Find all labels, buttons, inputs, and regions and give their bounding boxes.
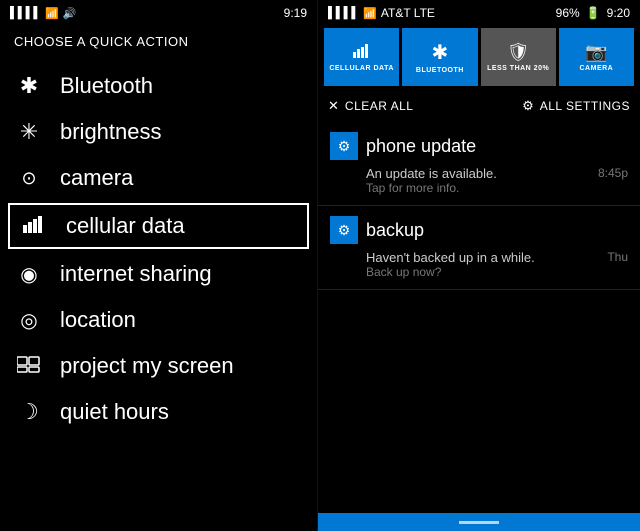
cellular-data-label: cellular data <box>66 213 185 239</box>
all-settings-button[interactable]: ⚙ ALL SETTINGS <box>522 98 630 114</box>
project-screen-label: project my screen <box>60 353 234 379</box>
notif-backup-time: Thu <box>607 250 628 264</box>
carrier-label: AT&T LTE <box>381 6 435 20</box>
bottom-bar <box>318 513 640 531</box>
notif-backup-body: Haven't backed up in a while. Back up no… <box>330 250 628 279</box>
left-title: CHOOSE A QUICK ACTION <box>0 24 317 63</box>
notif-phone-update-sub: Tap for more info. <box>366 181 598 195</box>
sidebar-item-cellular-data[interactable]: cellular data <box>8 203 309 249</box>
sidebar-item-bluetooth[interactable]: ✱ Bluetooth <box>0 63 317 109</box>
tile-cellular-data[interactable]: CELLULAR DATA <box>324 28 399 86</box>
sidebar-item-camera[interactable]: ⊙ camera <box>0 155 317 201</box>
tile-bluetooth-icon: ✱ <box>431 40 448 65</box>
internet-sharing-label: internet sharing <box>60 261 212 287</box>
clear-all-label: CLEAR ALL <box>345 99 414 113</box>
tile-battery-icon: 🛡 <box>507 42 530 63</box>
menu-list: ✱ Bluetooth ✳ brightness ⊙ camera cellul… <box>0 63 317 435</box>
notif-backup-name: backup <box>366 220 424 241</box>
internet-sharing-icon: ◉ <box>14 262 44 287</box>
right-status-right: 96% 🔋 9:20 <box>556 6 630 20</box>
notif-phone-update-body: An update is available. Tap for more inf… <box>330 166 628 195</box>
notif-phone-update-time: 8:45p <box>598 166 628 180</box>
battery-icon: 🔋 <box>586 6 601 20</box>
settings-gear-icon: ⚙ <box>522 98 534 114</box>
right-time: 9:20 <box>607 6 630 20</box>
brightness-label: brightness <box>60 119 162 145</box>
tile-bluetooth-label: BLUETOOTH <box>416 67 464 74</box>
notif-backup-sub: Back up now? <box>366 265 607 279</box>
notif-backup-icon: ⚙ <box>330 216 358 244</box>
quiet-hours-label: quiet hours <box>60 399 169 425</box>
location-icon: ◎ <box>14 308 44 333</box>
notif-phone-update-header: ⚙ phone update <box>330 132 628 160</box>
tile-camera[interactable]: 📷 CAMERA <box>559 28 634 86</box>
brightness-icon: ✳ <box>14 119 44 145</box>
clear-all-x-icon: ✕ <box>328 98 339 114</box>
notification-backup[interactable]: ⚙ backup Haven't backed up in a while. B… <box>318 206 640 290</box>
right-status-left: ▌▌▌▌ 📶 AT&T LTE <box>328 6 435 20</box>
action-bar: ✕ CLEAR ALL ⚙ ALL SETTINGS <box>318 92 640 122</box>
tile-camera-label: CAMERA <box>580 65 614 72</box>
right-signal-icon: ▌▌▌▌ <box>328 7 359 19</box>
sidebar-item-internet-sharing[interactable]: ◉ internet sharing <box>0 251 317 297</box>
sidebar-item-quiet-hours[interactable]: ☽ quiet hours <box>0 389 317 435</box>
right-status-bar: ▌▌▌▌ 📶 AT&T LTE 96% 🔋 9:20 <box>318 0 640 24</box>
right-wifi-icon: 📶 <box>363 7 377 20</box>
bottom-dash <box>459 521 499 524</box>
notif-phone-update-icon: ⚙ <box>330 132 358 160</box>
tile-bluetooth[interactable]: ✱ BLUETOOTH <box>402 28 477 86</box>
tile-battery-saver[interactable]: 🛡 LESS THAN 20% <box>481 28 556 86</box>
sidebar-item-project-screen[interactable]: project my screen <box>0 343 317 389</box>
tile-camera-icon: 📷 <box>585 42 607 63</box>
notif-phone-update-text: An update is available. Tap for more inf… <box>366 166 598 195</box>
tile-battery-label: LESS THAN 20% <box>487 65 549 72</box>
tile-cellular-icon <box>353 42 371 63</box>
battery-percent: 96% <box>556 6 580 20</box>
left-status-bar: ▌▌▌▌ 📶 🔊 9:19 <box>0 0 317 24</box>
bluetooth-icon: ✱ <box>14 73 44 99</box>
left-panel: ▌▌▌▌ 📶 🔊 9:19 CHOOSE A QUICK ACTION ✱ Bl… <box>0 0 318 531</box>
quiet-hours-icon: ☽ <box>14 399 44 425</box>
sidebar-item-brightness[interactable]: ✳ brightness <box>0 109 317 155</box>
sidebar-item-location[interactable]: ◎ location <box>0 297 317 343</box>
notif-backup-text: Haven't backed up in a while. Back up no… <box>366 250 607 279</box>
notif-phone-update-main: An update is available. <box>366 166 598 181</box>
camera-label: camera <box>60 165 133 191</box>
left-status-icons: ▌▌▌▌ 📶 🔊 <box>10 7 77 20</box>
volume-icon: 🔊 <box>63 7 77 20</box>
wifi-icon: 📶 <box>45 7 59 20</box>
notif-backup-header: ⚙ backup <box>330 216 628 244</box>
notif-backup-main: Haven't backed up in a while. <box>366 250 607 265</box>
notifications-list: ⚙ phone update An update is available. T… <box>318 122 640 513</box>
tile-cellular-label: CELLULAR DATA <box>329 65 394 72</box>
cellular-data-icon <box>20 215 50 238</box>
bluetooth-label: Bluetooth <box>60 73 153 99</box>
camera-icon: ⊙ <box>14 168 44 189</box>
location-label: location <box>60 307 136 333</box>
all-settings-label: ALL SETTINGS <box>540 99 630 113</box>
clear-all-button[interactable]: ✕ CLEAR ALL <box>328 98 413 114</box>
notif-phone-update-name: phone update <box>366 136 476 157</box>
left-time: 9:19 <box>284 6 307 20</box>
signal-icon: ▌▌▌▌ <box>10 7 41 19</box>
right-panel: ▌▌▌▌ 📶 AT&T LTE 96% 🔋 9:20 CELLULAR DATA <box>318 0 640 531</box>
notification-phone-update[interactable]: ⚙ phone update An update is available. T… <box>318 122 640 206</box>
project-screen-icon <box>14 355 44 378</box>
quick-tiles: CELLULAR DATA ✱ BLUETOOTH 🛡 LESS THAN 20… <box>318 24 640 92</box>
